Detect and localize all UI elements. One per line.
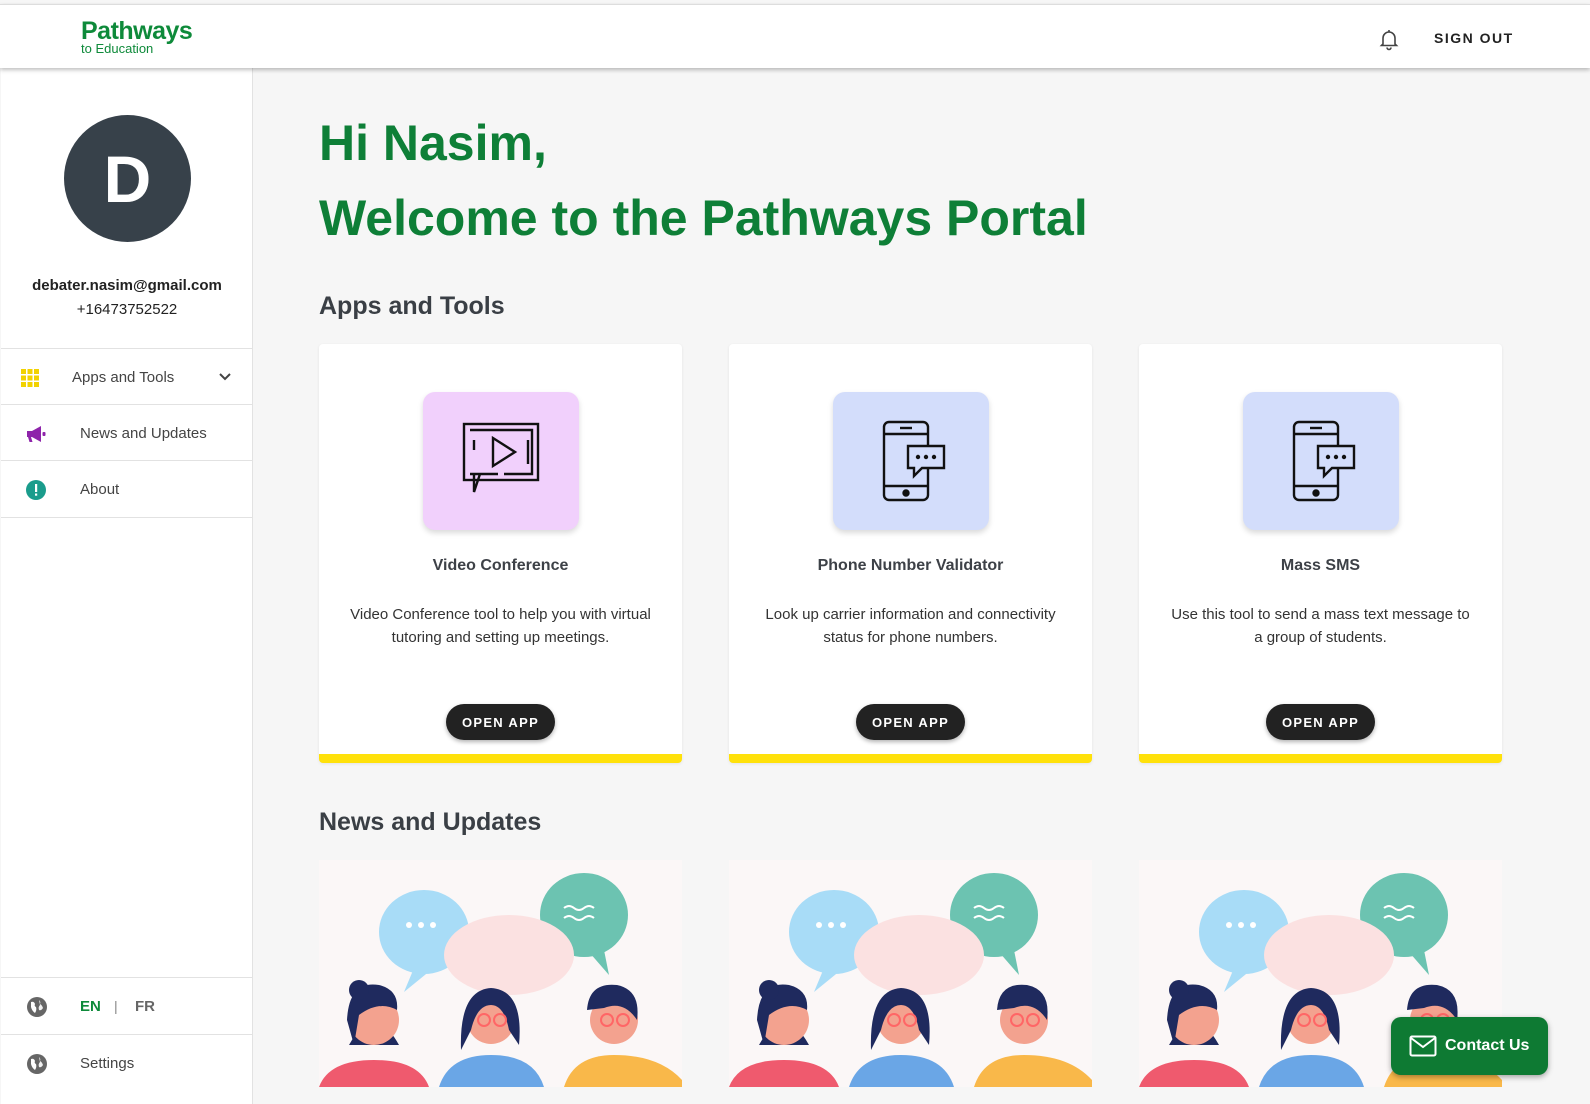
sidebar-item-label: Settings: [80, 1055, 135, 1072]
sign-out-button[interactable]: SIGN OUT: [1434, 30, 1514, 46]
app-title: Phone Number Validator: [817, 557, 1004, 574]
language-separator: |: [114, 998, 118, 1014]
open-app-button[interactable]: OPEN APP: [446, 704, 555, 740]
sidebar-item-news-and-updates[interactable]: News and Updates: [1, 404, 253, 461]
language-en-link[interactable]: EN: [80, 998, 101, 1015]
app-tile: [1243, 392, 1399, 530]
video-chat-icon: [462, 422, 540, 493]
app-description: Look up carrier information and connecti…: [765, 606, 1056, 646]
news-card[interactable]: [319, 860, 682, 1087]
bell-icon[interactable]: [1377, 27, 1401, 51]
contact-us-button[interactable]: Contact Us: [1391, 1017, 1548, 1075]
user-email: debater.nasim@gmail.com: [32, 277, 222, 294]
envelope-icon: [1409, 1035, 1437, 1057]
sidebar-item-label: News and Updates: [80, 424, 207, 442]
news-card[interactable]: [729, 860, 1092, 1087]
grid-icon: [21, 369, 39, 387]
divider: [1, 517, 253, 518]
greeting-heading: Hi Nasim,: [319, 115, 547, 171]
people-chatting-illustration: [319, 873, 682, 1087]
open-app-button[interactable]: OPEN APP: [1266, 704, 1375, 740]
megaphone-icon: [27, 426, 46, 442]
welcome-heading: Welcome to the Pathways Portal: [319, 190, 1088, 246]
language-switcher: EN | FR: [1, 977, 253, 1034]
app-title: Mass SMS: [1280, 557, 1361, 574]
sidebar-item-settings[interactable]: Settings: [1, 1034, 253, 1091]
phone-message-icon: [882, 420, 946, 502]
info-icon: [26, 480, 46, 500]
apps-section-title: Apps and Tools: [319, 292, 505, 320]
app-card-video-conference: Video Conference Video Conference tool t…: [319, 344, 682, 763]
sidebar-item-label: Apps and Tools: [72, 368, 175, 386]
user-phone: +16473752522: [76, 301, 178, 318]
sidebar-item-about[interactable]: About: [1, 460, 253, 517]
open-app-button[interactable]: OPEN APP: [856, 704, 965, 740]
chevron-down-icon[interactable]: [217, 369, 233, 385]
globe-icon: [27, 997, 47, 1017]
app-description: Use this tool to send a mass text messag…: [1171, 606, 1470, 646]
people-chatting-illustration: [729, 873, 1092, 1087]
language-fr-link[interactable]: FR: [135, 998, 155, 1015]
sidebar-item-apps-and-tools[interactable]: Apps and Tools: [1, 348, 253, 405]
sidebar: D debater.nasim@gmail.com +16473752522 A…: [1, 68, 253, 1104]
app-title: Video Conference: [432, 557, 569, 574]
contact-us-label: Contact Us: [1445, 1037, 1530, 1054]
app-tile: [423, 392, 579, 530]
app-tile: [833, 392, 989, 530]
news-section-title: News and Updates: [319, 808, 542, 836]
app-description: Video Conference tool to help you with v…: [350, 606, 651, 646]
globe-icon: [27, 1054, 47, 1074]
avatar[interactable]: D: [64, 115, 191, 242]
app-card-phone-number-validator: Phone Number Validator Look up carrier i…: [729, 344, 1092, 763]
sidebar-item-label: About: [80, 480, 120, 498]
pathways-logo[interactable]: Pathways to Education: [81, 19, 193, 56]
phone-message-icon: [1292, 420, 1356, 502]
app-card-mass-sms: Mass SMS Use this tool to send a mass te…: [1139, 344, 1502, 763]
top-bar: Pathways to Education SIGN OUT: [0, 4, 1590, 68]
